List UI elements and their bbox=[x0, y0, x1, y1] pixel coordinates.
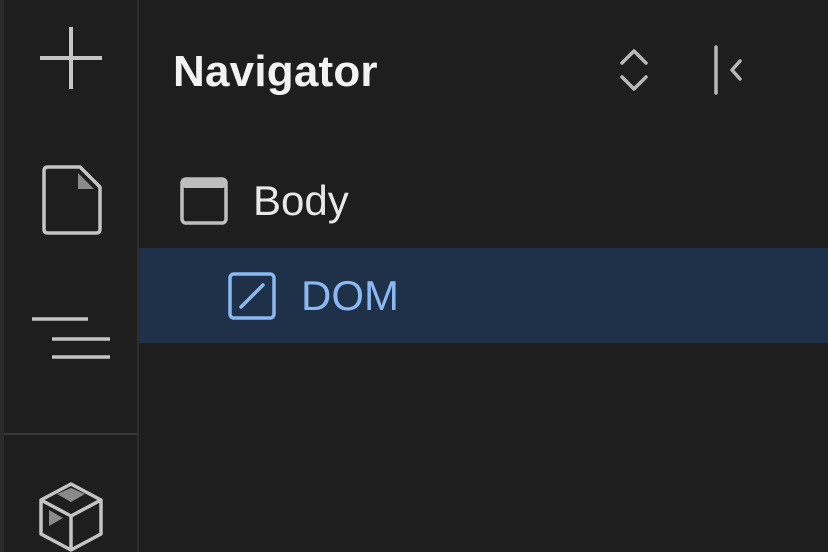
panel-title: Navigator bbox=[173, 47, 378, 96]
tree-item-body[interactable]: Body bbox=[139, 153, 828, 248]
navigator-lines-icon bbox=[28, 313, 114, 363]
components-button[interactable] bbox=[4, 478, 137, 552]
dom-element-icon bbox=[227, 271, 277, 321]
add-elements-button[interactable] bbox=[4, 20, 137, 96]
toolbar-divider bbox=[4, 433, 137, 435]
expand-collapse-all-button[interactable] bbox=[610, 44, 658, 100]
navigator-panel: Navigator Body DOM bbox=[139, 0, 828, 552]
tree-item-label: Body bbox=[253, 176, 349, 224]
designer-window: Navigator Body DOM bbox=[0, 0, 828, 552]
tree-item-dom[interactable]: DOM bbox=[139, 248, 828, 343]
close-panel-button[interactable] bbox=[704, 44, 752, 100]
page-icon bbox=[38, 163, 104, 237]
panel-header: Navigator bbox=[139, 0, 828, 146]
cube-icon bbox=[35, 478, 107, 552]
left-toolbar bbox=[4, 0, 139, 552]
body-element-icon bbox=[179, 176, 229, 226]
tree-item-label: DOM bbox=[301, 271, 399, 319]
pages-button[interactable] bbox=[4, 160, 137, 240]
chevron-up-down-icon bbox=[618, 47, 650, 98]
navigator-button[interactable] bbox=[4, 300, 137, 376]
plus-icon bbox=[36, 23, 106, 93]
collapse-left-icon bbox=[708, 43, 748, 102]
